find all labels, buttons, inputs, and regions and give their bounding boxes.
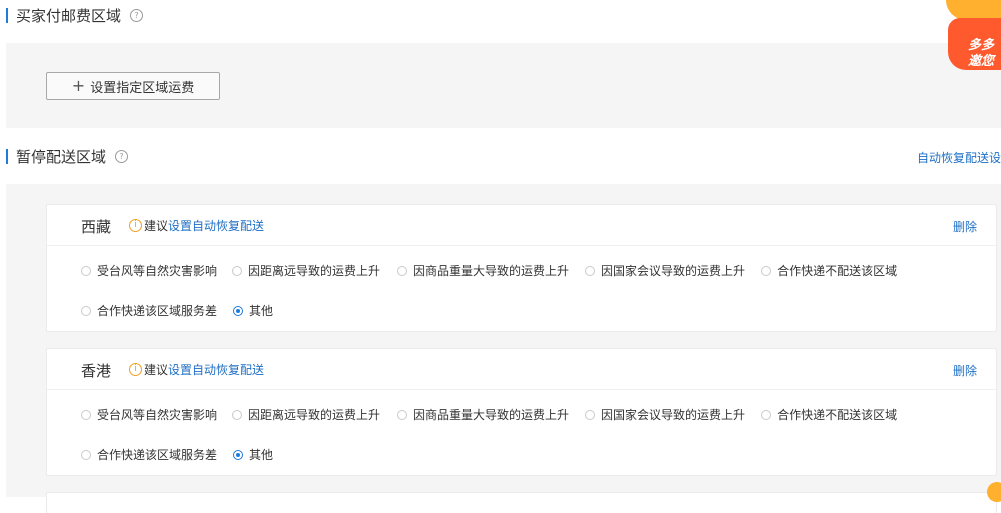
card-header: 香港 i 建议 设置自动恢复配送 删除 — [47, 349, 996, 390]
radio-dot[interactable] — [81, 265, 91, 276]
radio-dot[interactable] — [81, 449, 91, 460]
reason-radio[interactable]: 因距离远导致的运费上升 — [232, 262, 380, 279]
reason-radio[interactable]: 受台风等自然灾害影响 — [81, 262, 217, 279]
region-name: 西藏 — [81, 218, 112, 236]
paused-region-card: 西藏 i 建议 设置自动恢复配送 删除 受台风等自然灾害影响 因距离远导致的运费… — [46, 204, 997, 332]
reason-radio[interactable]: 因国家会议导致的运费上升 — [585, 262, 745, 279]
delete-link[interactable]: 删除 — [953, 218, 977, 235]
radio-dot[interactable] — [585, 265, 596, 276]
radio-label: 合作快递不配送该区域 — [777, 264, 898, 278]
question-icon[interactable]: ? — [130, 8, 144, 22]
auto-restore-settings-link[interactable]: 自动恢复配送设 — [917, 149, 1001, 166]
radio-dot[interactable] — [232, 265, 243, 276]
radio-dot[interactable] — [232, 409, 243, 420]
card-header: 西藏 i 建议 设置自动恢复配送 删除 — [47, 205, 996, 246]
reason-radio[interactable]: 合作快递该区域服务差 — [81, 446, 217, 463]
reason-radio-row: 受台风等自然灾害影响 因距离远导致的运费上升 因商品重量大导致的运费上升 因国家… — [81, 406, 897, 423]
radio-dot[interactable] — [81, 305, 91, 316]
reason-radio-selected[interactable]: 其他 — [233, 302, 273, 319]
promo-text-line2: 邀您 — [968, 54, 995, 69]
radio-dot[interactable] — [585, 409, 596, 420]
radio-dot-selected[interactable] — [233, 449, 244, 460]
reason-radio-row: 合作快递该区域服务差 其他 — [81, 446, 273, 463]
radio-label: 因距离远导致的运费上升 — [248, 264, 381, 278]
reason-radio[interactable]: 受台风等自然灾害影响 — [81, 406, 217, 423]
floating-corner-button[interactable] — [987, 482, 1001, 502]
radio-label: 因商品重量大导致的运费上升 — [413, 408, 570, 422]
plus-icon: + — [71, 76, 86, 95]
set-auto-restore-link[interactable]: 设置自动恢复配送 — [168, 361, 264, 378]
radio-label: 因距离远导致的运费上升 — [248, 408, 381, 422]
set-auto-restore-link[interactable]: 设置自动恢复配送 — [168, 217, 264, 234]
delete-link[interactable]: 删除 — [953, 362, 977, 379]
restore-tip: i 建议 设置自动恢复配送 — [129, 217, 264, 234]
paused-delivery-header: 暂停配送区域 ? — [6, 146, 129, 166]
buyer-pays-header: 买家付邮费区域 ? — [6, 5, 144, 25]
radio-label: 合作快递该区域服务差 — [97, 448, 218, 462]
reason-radio[interactable]: 因距离远导致的运费上升 — [232, 406, 380, 423]
radio-label: 因商品重量大导致的运费上升 — [413, 264, 570, 278]
question-icon[interactable]: ? — [115, 149, 129, 163]
info-warning-icon: i — [129, 363, 142, 376]
reason-radio[interactable]: 因国家会议导致的运费上升 — [585, 406, 745, 423]
promo-badge[interactable]: 多多 邀您 — [944, 0, 1001, 70]
radio-dot[interactable] — [761, 409, 772, 420]
tip-prefix: 建议 — [144, 219, 169, 233]
radio-label: 因国家会议导致的运费上升 — [601, 408, 746, 422]
radio-label: 因国家会议导致的运费上升 — [601, 264, 746, 278]
radio-dot[interactable] — [81, 409, 91, 420]
add-region-fee-button[interactable]: + 设置指定区域运费 — [46, 72, 220, 100]
reason-radio-row: 合作快递该区域服务差 其他 — [81, 302, 273, 319]
section-title: 暂停配送区域 — [16, 147, 107, 166]
tip-prefix: 建议 — [144, 363, 169, 377]
region-name: 香港 — [81, 362, 112, 380]
radio-label: 其他 — [249, 448, 274, 462]
radio-dot[interactable] — [397, 265, 408, 276]
section-accent-bar — [6, 7, 8, 23]
promo-badge-top — [946, 0, 1001, 20]
paused-region-card: 香港 i 建议 设置自动恢复配送 删除 受台风等自然灾害影响 因距离远导致的运费… — [46, 348, 997, 476]
reason-radio-selected[interactable]: 其他 — [233, 446, 273, 463]
radio-label: 合作快递不配送该区域 — [777, 408, 898, 422]
radio-label: 受台风等自然灾害影响 — [97, 408, 218, 422]
radio-dot-selected[interactable] — [233, 305, 244, 316]
reason-radio[interactable]: 合作快递不配送该区域 — [761, 406, 897, 423]
radio-dot[interactable] — [397, 409, 408, 420]
restore-tip: i 建议 设置自动恢复配送 — [129, 361, 264, 378]
paused-region-card-partial — [46, 492, 997, 513]
radio-label: 其他 — [249, 304, 274, 318]
radio-label: 合作快递该区域服务差 — [97, 304, 218, 318]
section-title: 买家付邮费区域 — [16, 6, 122, 25]
info-warning-icon: i — [129, 219, 142, 232]
reason-radio[interactable]: 合作快递不配送该区域 — [761, 262, 897, 279]
reason-radio[interactable]: 因商品重量大导致的运费上升 — [397, 262, 569, 279]
reason-radio-row: 受台风等自然灾害影响 因距离远导致的运费上升 因商品重量大导致的运费上升 因国家… — [81, 262, 897, 279]
section-accent-bar — [6, 148, 8, 164]
reason-radio[interactable]: 因商品重量大导致的运费上升 — [397, 406, 569, 423]
reason-radio[interactable]: 合作快递该区域服务差 — [81, 302, 217, 319]
radio-dot[interactable] — [761, 265, 772, 276]
radio-label: 受台风等自然灾害影响 — [97, 264, 218, 278]
add-region-fee-label: 设置指定区域运费 — [90, 80, 195, 96]
